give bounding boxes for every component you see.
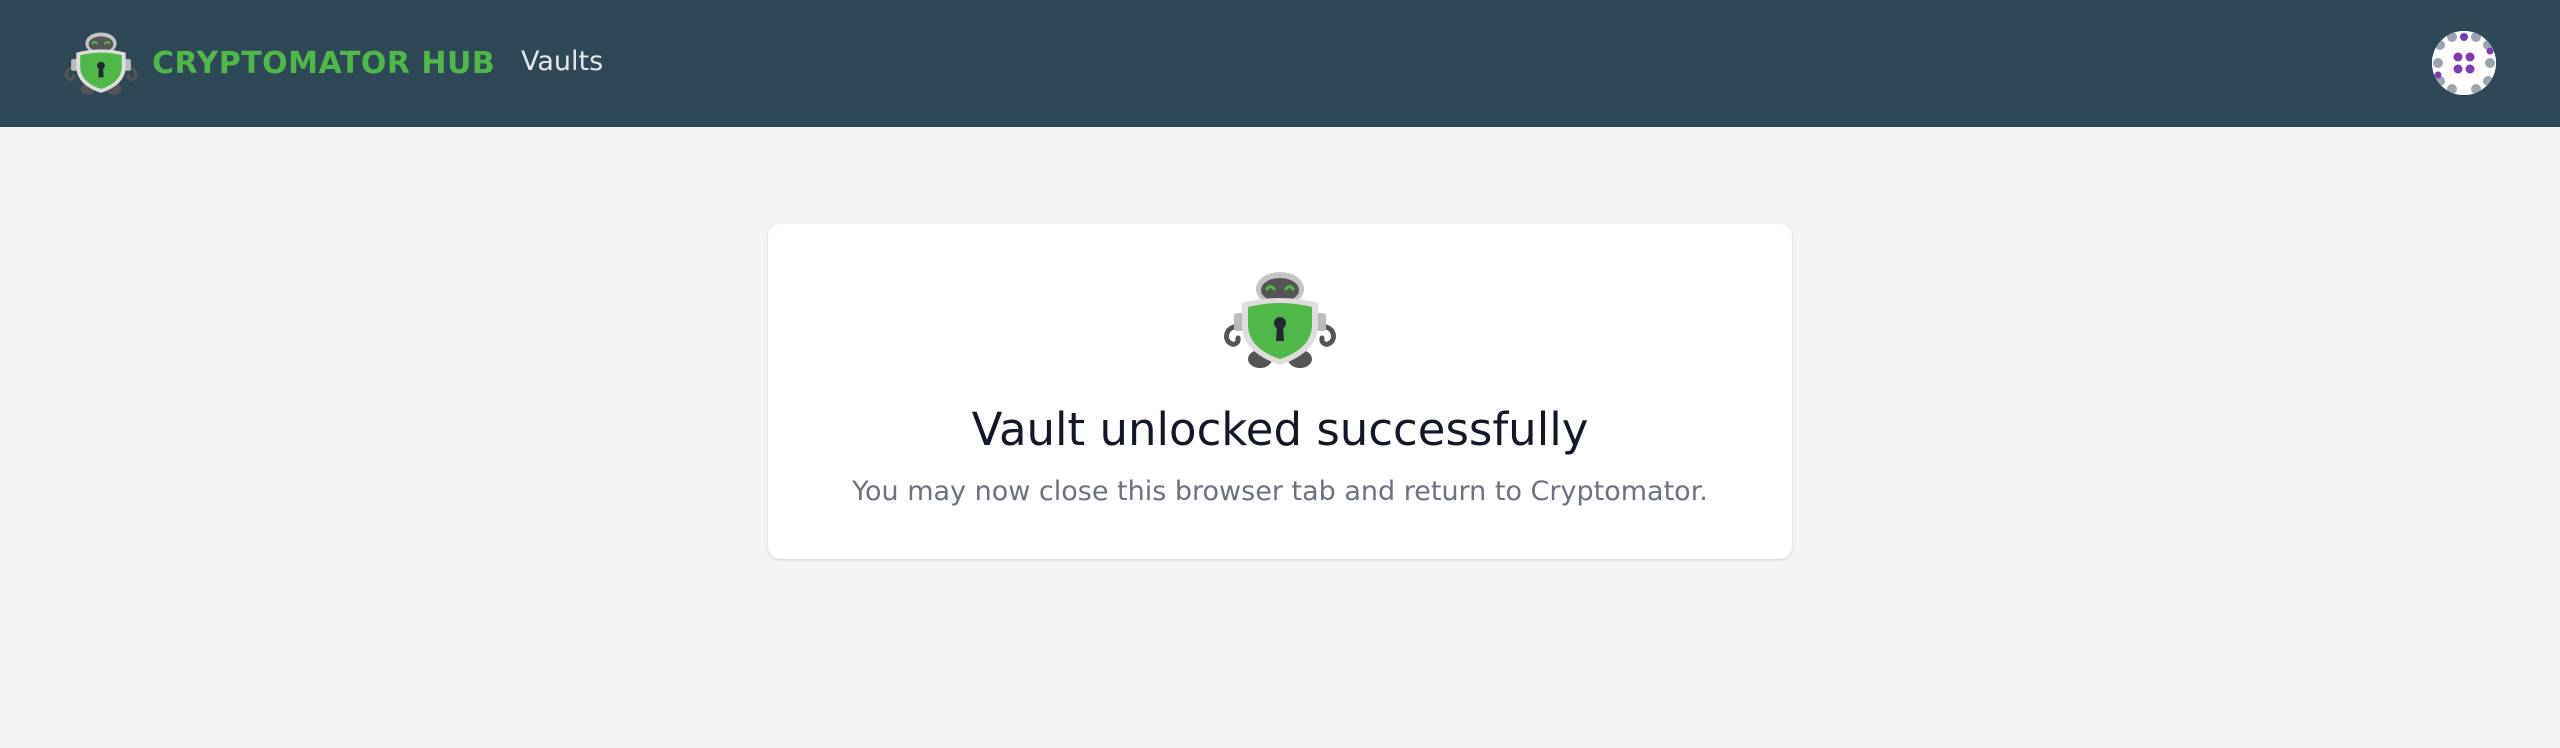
top-navigation-bar: CRYPTOMATOR HUB Vaults	[0, 0, 2560, 127]
unlock-success-card: Vault unlocked successfully You may now …	[768, 224, 1792, 559]
nav-link-vaults[interactable]: Vaults	[521, 46, 603, 77]
brand-home-link[interactable]: CRYPTOMATOR HUB	[62, 28, 495, 98]
success-subtitle: You may now close this browser tab and r…	[852, 476, 1708, 507]
user-avatar-identicon-icon	[2432, 31, 2496, 95]
user-avatar[interactable]	[2432, 31, 2496, 95]
cryptomator-robot-icon	[64, 32, 138, 95]
success-title: Vault unlocked successfully	[971, 403, 1589, 456]
brand-name: CRYPTOMATOR HUB	[152, 45, 496, 81]
cryptomator-robot-icon	[1224, 272, 1336, 368]
